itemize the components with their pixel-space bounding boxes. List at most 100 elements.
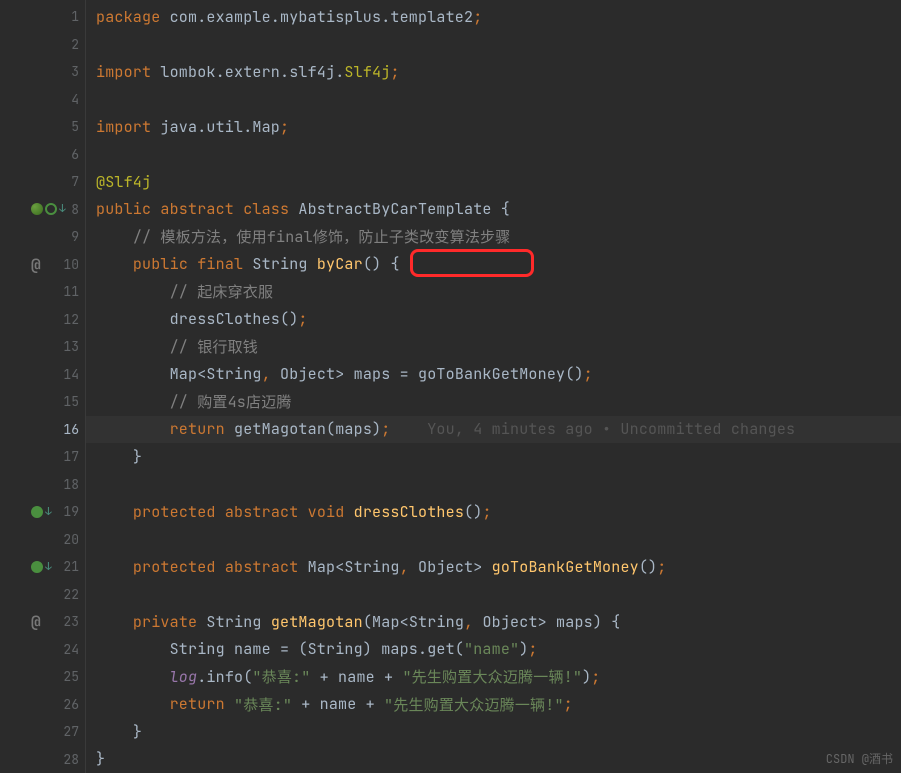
code-line[interactable]: [86, 471, 901, 499]
gutter-row[interactable]: 1: [0, 3, 85, 31]
code-line[interactable]: import lombok.extern.slf4j.Slf4j;: [86, 58, 901, 86]
token: You, 4 minutes ago • Uncommitted changes: [427, 419, 795, 439]
code-line[interactable]: }: [86, 718, 901, 746]
code-line[interactable]: [86, 86, 901, 114]
code-line[interactable]: package com.example.mybatisplus.template…: [86, 3, 901, 31]
code-line[interactable]: String name = (String) maps.get("name");: [86, 636, 901, 664]
code-line[interactable]: public abstract class AbstractByCarTempl…: [86, 196, 901, 224]
code-line[interactable]: dressClothes();: [86, 306, 901, 334]
token: Map<String: [170, 364, 262, 384]
gutter-row[interactable]: 16: [0, 416, 85, 444]
gutter-row[interactable]: 18: [0, 471, 85, 499]
code-line[interactable]: [86, 526, 901, 554]
gutter-row[interactable]: ↓21: [0, 553, 85, 581]
code-line[interactable]: }: [86, 443, 901, 471]
gutter-row[interactable]: 27: [0, 718, 85, 746]
token: String: [206, 612, 270, 632]
token: // 模板方法，使用final修饰，防止子类改变算法步骤: [133, 226, 511, 247]
gutter-row[interactable]: 12: [0, 306, 85, 334]
token: ): [582, 667, 591, 687]
token: ): [519, 639, 528, 659]
gutter-row[interactable]: 11: [0, 278, 85, 306]
token: ;: [280, 117, 289, 137]
gutter-row[interactable]: 28: [0, 746, 85, 773]
code-area[interactable]: CSDN @酒书 package com.example.mybatisplus…: [85, 0, 901, 773]
code-line[interactable]: Map<String, Object> maps = goToBankGetMo…: [86, 361, 901, 389]
token: AbstractByCarTemplate {: [298, 199, 510, 219]
code-line[interactable]: public final String byCar() {: [86, 251, 901, 279]
line-number: 28: [53, 751, 81, 768]
gutter-row[interactable]: 24: [0, 636, 85, 664]
gutter-row[interactable]: 3: [0, 58, 85, 86]
code-line[interactable]: private String getMagotan(Map<String, Ob…: [86, 608, 901, 636]
code-line[interactable]: // 模板方法，使用final修饰，防止子类改变算法步骤: [86, 223, 901, 251]
code-line[interactable]: log.info("恭喜:" + name + "先生购置大众迈腾一辆!");: [86, 663, 901, 691]
code-line[interactable]: [86, 581, 901, 609]
code-line[interactable]: @Slf4j: [86, 168, 901, 196]
implements-icon[interactable]: [31, 561, 43, 573]
token: ;: [584, 364, 593, 384]
gutter-row[interactable]: 5: [0, 113, 85, 141]
token: [96, 282, 170, 302]
code-line[interactable]: return "恭喜:" + name + "先生购置大众迈腾一辆!";: [86, 691, 901, 719]
gutter-row[interactable]: 13: [0, 333, 85, 361]
token: String name = (String) maps.get(: [170, 639, 464, 659]
line-number: 15: [53, 393, 81, 410]
gutter-row[interactable]: 7: [0, 168, 85, 196]
token: java.util.Map: [160, 117, 280, 137]
code-line[interactable]: protected abstract void dressClothes();: [86, 498, 901, 526]
gutter-row[interactable]: 20: [0, 526, 85, 554]
line-number: 12: [53, 311, 81, 328]
code-line[interactable]: protected abstract Map<String, Object> g…: [86, 553, 901, 581]
code-line[interactable]: [86, 31, 901, 59]
line-number: 2: [53, 36, 81, 53]
gutter-row[interactable]: 25: [0, 663, 85, 691]
token: // 银行取钱: [170, 336, 258, 357]
gutter-row[interactable]: 22: [0, 581, 85, 609]
code-editor[interactable]: 1234567↓89@101112131415161718↓1920↓2122@…: [0, 0, 901, 773]
run-debug-icon[interactable]: [45, 203, 57, 215]
code-line[interactable]: [86, 141, 901, 169]
line-number: 24: [53, 641, 81, 658]
token: (): [639, 557, 657, 577]
gutter-row[interactable]: ↓8: [0, 196, 85, 224]
gutter[interactable]: 1234567↓89@101112131415161718↓1920↓2122@…: [0, 0, 85, 773]
run-icon[interactable]: [31, 203, 43, 215]
gutter-row[interactable]: 17: [0, 443, 85, 471]
code-line[interactable]: }: [86, 746, 901, 773]
token: public abstract class: [96, 199, 298, 219]
override-icon[interactable]: @: [31, 611, 41, 632]
override-icon[interactable]: @: [31, 254, 41, 275]
token: import: [96, 117, 160, 137]
code-line[interactable]: // 起床穿衣服: [86, 278, 901, 306]
token: private: [133, 612, 207, 632]
gutter-row[interactable]: 4: [0, 86, 85, 114]
gutter-row[interactable]: 9: [0, 223, 85, 251]
token: ;: [591, 667, 600, 687]
code-line[interactable]: return getMagotan(maps); You, 4 minutes …: [86, 416, 901, 444]
gutter-row[interactable]: 2: [0, 31, 85, 59]
token: ,: [262, 364, 271, 384]
gutter-row[interactable]: ↓19: [0, 498, 85, 526]
line-number: 13: [53, 338, 81, 355]
token: log: [170, 667, 198, 687]
line-number: 1: [53, 8, 81, 25]
code-line[interactable]: // 银行取钱: [86, 333, 901, 361]
token: protected abstract void: [133, 502, 354, 522]
implements-icon[interactable]: [31, 506, 43, 518]
code-line[interactable]: import java.util.Map;: [86, 113, 901, 141]
gutter-row[interactable]: @23: [0, 608, 85, 636]
token: import: [96, 62, 160, 82]
gutter-row[interactable]: 15: [0, 388, 85, 416]
token: ;: [298, 309, 307, 329]
gutter-row[interactable]: 26: [0, 691, 85, 719]
token: [96, 639, 170, 659]
token: ;: [657, 557, 666, 577]
token: "恭喜:": [252, 666, 310, 687]
code-line[interactable]: // 购置4s店迈腾: [86, 388, 901, 416]
line-number: 25: [53, 668, 81, 685]
gutter-row[interactable]: 6: [0, 141, 85, 169]
gutter-row[interactable]: 14: [0, 361, 85, 389]
token: Slf4j: [344, 62, 390, 82]
gutter-row[interactable]: @10: [0, 251, 85, 279]
